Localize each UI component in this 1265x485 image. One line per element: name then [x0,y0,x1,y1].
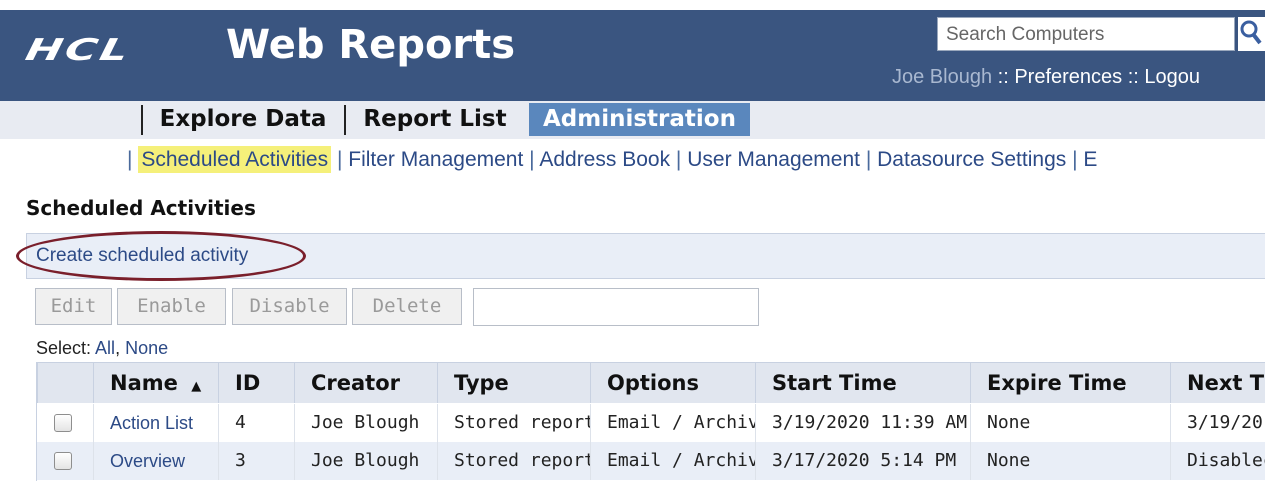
row-options: Email / Archive [590,442,755,480]
search-input[interactable]: Search Computers [937,17,1235,51]
row-creator: Joe Blough [294,442,437,480]
bottom-margin [0,481,1265,485]
hcl-logo: HCL [22,33,135,68]
sort-ascending-icon: ▲ [191,379,202,394]
subnav-separator: | [127,148,133,171]
subnav-item-scheduled-activities[interactable]: Scheduled Activities [138,146,332,173]
annotation-oval [16,231,306,281]
search-icon[interactable] [1238,17,1265,51]
subnav-separator: | [675,148,682,171]
row-type: Stored report [437,442,590,480]
row-next-time: Disablec [1170,442,1265,480]
delete-button[interactable]: Delete [352,288,462,325]
tab-report-list[interactable]: Report List [346,103,524,136]
row-name-link[interactable]: Overview [93,442,218,480]
link-separator: :: [1127,66,1139,88]
select-none-link[interactable]: None [125,338,168,358]
subnav-separator: | [1072,148,1078,171]
subnav-item-address-book[interactable]: Address Book [539,148,670,171]
tab-administration[interactable]: Administration [529,103,750,136]
header-type[interactable]: Type [437,363,590,403]
tab-explore-data[interactable]: Explore Data [143,103,343,136]
row-id: 3 [218,442,294,480]
header-id[interactable]: ID [218,363,294,403]
row-checkbox[interactable] [54,452,72,470]
edit-button[interactable]: Edit [35,288,112,325]
user-links: Joe Blough :: Preferences :: Logou [892,66,1200,89]
row-type: Stored report [437,404,590,442]
row-creator: Joe Blough [294,404,437,442]
row-start-time: 3/17/2020 5:14 PM [755,442,970,480]
row-options: Email / Archive [590,404,755,442]
select-comma: , [115,338,121,358]
header-name-label: Name [110,371,178,395]
row-expire-time: None [970,404,1170,442]
header-options[interactable]: Options [590,363,755,403]
enable-button[interactable]: Enable [117,288,226,325]
subnav-item-filter-management[interactable]: Filter Management [348,148,523,171]
select-all-link[interactable]: All [95,338,115,358]
header-name[interactable]: Name ▲ [93,363,218,403]
admin-subnav: | Scheduled Activities | Filter Manageme… [127,146,1097,173]
subnav-separator: | [336,148,343,171]
subnav-separator: | [529,148,535,171]
link-separator: :: [997,66,1009,88]
row-start-time: 3/19/2020 11:39 AM [755,404,970,442]
row-id: 4 [218,404,294,442]
filter-input[interactable] [473,288,759,326]
logout-link[interactable]: Logou [1144,66,1200,88]
select-label: Select: [36,338,92,358]
top-margin [0,0,1265,10]
header-creator[interactable]: Creator [294,363,437,403]
subnav-item-more[interactable]: E [1083,148,1097,171]
row-next-time: 3/19/20 [1170,404,1265,442]
disable-button[interactable]: Disable [232,288,347,325]
header-next-time[interactable]: Next T [1170,363,1265,403]
row-expire-time: None [970,442,1170,480]
app-title: Web Reports [226,22,516,68]
user-name: Joe Blough [892,66,993,88]
subnav-separator: | [865,148,872,171]
subnav-item-user-management[interactable]: User Management [687,148,860,171]
page-title: Scheduled Activities [26,196,256,220]
header-checkbox-col [37,363,93,403]
preferences-link[interactable]: Preferences [1014,66,1122,88]
header-expire-time[interactable]: Expire Time [970,363,1170,403]
header-start-time[interactable]: Start Time [755,363,970,403]
subnav-item-datasource-settings[interactable]: Datasource Settings [877,148,1066,171]
select-row: Select: All, None [36,338,168,359]
row-name-link[interactable]: Action List [93,404,218,442]
row-checkbox[interactable] [54,414,72,432]
